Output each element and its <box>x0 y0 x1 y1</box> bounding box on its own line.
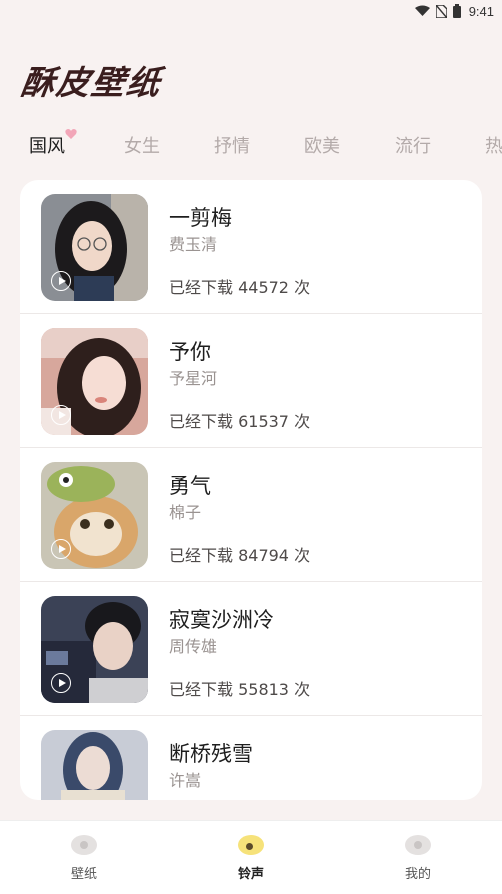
tab-label: 国风 <box>29 136 65 157</box>
tab-girls[interactable]: 女生 <box>124 132 160 158</box>
heart-icon <box>65 129 77 139</box>
tab-western[interactable]: 欧美 <box>304 132 340 158</box>
download-count: 已经下载 61537 次 <box>169 412 311 431</box>
tab-pop[interactable]: 流行 <box>395 132 431 158</box>
song-cover-image <box>41 462 148 569</box>
play-icon[interactable] <box>51 539 71 559</box>
list-item[interactable]: 寂寞沙洲冷 周传雄 已经下载 55813 次 <box>20 582 482 716</box>
play-icon[interactable] <box>51 673 71 693</box>
song-artist: 周传雄 <box>169 637 218 656</box>
nav-label: 铃声 <box>237 867 264 882</box>
song-artist: 许嵩 <box>169 771 202 790</box>
song-cover-image <box>41 328 148 435</box>
play-icon[interactable] <box>51 405 71 425</box>
no-sim-icon <box>435 4 447 18</box>
download-count: 已经下载 84794 次 <box>169 546 311 565</box>
song-list: 一剪梅 费玉清 已经下载 44572 次 予你 予星河 已经下载 61537 次 <box>20 180 482 800</box>
nav-ringtone[interactable]: 铃声 <box>216 835 286 882</box>
play-icon[interactable] <box>51 271 71 291</box>
wifi-icon <box>414 5 430 17</box>
song-artist: 费玉清 <box>169 235 218 254</box>
ringtone-icon <box>238 835 264 855</box>
category-tabs: 国风 女生 抒情 欧美 流行 热 <box>0 128 502 162</box>
song-cover-image <box>41 194 148 301</box>
status-bar: 9:41 <box>0 0 502 22</box>
profile-icon <box>405 835 431 855</box>
wallpaper-icon <box>71 835 97 855</box>
tab-guofeng[interactable]: 国风 <box>29 129 77 158</box>
song-artist: 棉子 <box>169 503 202 522</box>
song-cover-image <box>41 730 148 800</box>
nav-wallpaper[interactable]: 壁纸 <box>49 835 119 882</box>
song-title: 一剪梅 <box>169 206 232 230</box>
app-title: 酥皮壁纸 <box>18 63 165 102</box>
list-item[interactable]: 予你 予星河 已经下载 61537 次 <box>20 314 482 448</box>
battery-icon <box>452 4 461 18</box>
nav-profile[interactable]: 我的 <box>383 835 453 882</box>
list-item[interactable]: 一剪梅 费玉清 已经下载 44572 次 <box>20 180 482 314</box>
download-count: 已经下载 44572 次 <box>169 278 311 297</box>
tab-hot[interactable]: 热 <box>485 132 502 158</box>
song-cover-image <box>41 596 148 703</box>
song-artist: 予星河 <box>169 369 218 388</box>
bottom-navigation: 壁纸 铃声 我的 <box>0 820 502 894</box>
nav-label: 壁纸 <box>70 867 97 882</box>
song-title: 予你 <box>169 340 211 364</box>
list-item[interactable]: 断桥残雪 许嵩 <box>20 716 482 800</box>
status-time: 9:41 <box>468 3 494 19</box>
song-title: 断桥残雪 <box>169 742 253 766</box>
list-item[interactable]: 勇气 棉子 已经下载 84794 次 <box>20 448 482 582</box>
nav-label: 我的 <box>404 867 431 882</box>
tab-lyrical[interactable]: 抒情 <box>214 132 250 158</box>
download-count: 已经下载 55813 次 <box>169 680 311 699</box>
song-title: 寂寞沙洲冷 <box>169 608 274 632</box>
song-title: 勇气 <box>169 474 211 498</box>
